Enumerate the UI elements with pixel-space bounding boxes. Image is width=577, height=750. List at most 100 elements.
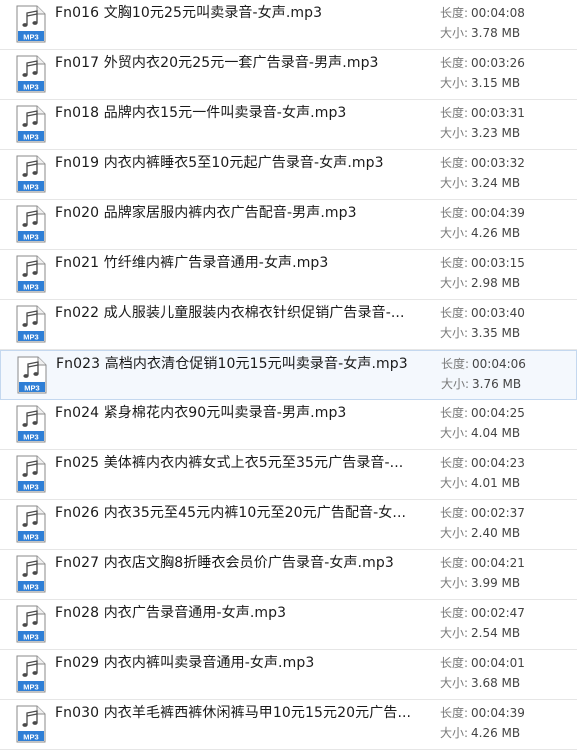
file-duration: 长度: 00:03:26: [440, 55, 525, 71]
duration-value: 00:04:06: [472, 357, 526, 371]
file-name[interactable]: Fn018 品牌内衣15元一件叫卖录音-女声.mp3: [55, 104, 427, 122]
duration-label: 长度:: [440, 406, 469, 420]
mp3-file-icon: MP3: [16, 105, 46, 143]
file-size: 大小: 4.26 MB: [440, 225, 520, 241]
size-label: 大小:: [440, 676, 469, 690]
mp3-file-icon: MP3: [16, 455, 46, 493]
file-row[interactable]: MP3 Fn016 文胸10元25元叫卖录音-女声.mp3 长度: 00:04:08 大…: [0, 0, 577, 50]
mp3-file-icon: MP3: [16, 55, 46, 93]
size-label: 大小:: [440, 476, 469, 490]
size-value: 3.23 MB: [471, 126, 521, 140]
duration-label: 长度:: [440, 306, 469, 320]
file-row[interactable]: MP3 Fn020 品牌家居服内裤内衣广告配音-男声.mp3 长度: 00:04:39…: [0, 200, 577, 250]
file-size: 大小: 4.01 MB: [440, 475, 520, 491]
duration-label: 长度:: [440, 6, 469, 20]
duration-label: 长度:: [440, 206, 469, 220]
duration-value: 00:03:40: [471, 306, 525, 320]
size-label: 大小:: [441, 377, 470, 391]
duration-value: 00:04:23: [471, 456, 525, 470]
file-duration: 长度: 00:04:01: [440, 655, 525, 671]
file-row[interactable]: MP3 Fn019 内衣内裤睡衣5至10元起广告录音-女声.mp3 长度: 00:03…: [0, 150, 577, 200]
duration-label: 长度:: [440, 656, 469, 670]
file-size: 大小: 3.99 MB: [440, 575, 520, 591]
file-size: 大小: 4.26 MB: [440, 725, 520, 741]
duration-label: 长度:: [440, 706, 469, 720]
file-name[interactable]: Fn016 文胸10元25元叫卖录音-女声.mp3: [55, 4, 427, 22]
file-duration: 长度: 00:03:31: [440, 105, 525, 121]
file-type-label: MP3: [23, 283, 38, 292]
mp3-file-icon: MP3: [17, 356, 47, 394]
file-size: 大小: 3.35 MB: [440, 325, 520, 341]
file-row[interactable]: MP3 Fn027 内衣店文胸8折睡衣会员价广告录音-女声.mp3 长度: 00:04…: [0, 550, 577, 600]
mp3-file-icon: MP3: [16, 255, 46, 293]
file-type-label: MP3: [23, 333, 38, 342]
file-list: MP3 Fn016 文胸10元25元叫卖录音-女声.mp3 长度: 00:04:08 大…: [0, 0, 577, 750]
file-name[interactable]: Fn022 成人服装儿童服装内衣棉衣针织促销广告录音-...: [55, 304, 427, 322]
file-row[interactable]: MP3 Fn025 美体裤内衣内裤女式上衣5元至35元广告录音-... 长度: 00:…: [0, 450, 577, 500]
file-duration: 长度: 00:04:39: [440, 705, 525, 721]
file-row[interactable]: MP3 Fn026 内衣35元至45元内裤10元至20元广告配音-女... 长度: 0…: [0, 500, 577, 550]
file-row[interactable]: MP3 Fn030 内衣羊毛裤西裤休闲裤马甲10元15元20元广告... 长度: 00…: [0, 700, 577, 750]
file-name[interactable]: Fn030 内衣羊毛裤西裤休闲裤马甲10元15元20元广告...: [55, 704, 427, 722]
file-type-label: MP3: [23, 633, 38, 642]
mp3-file-icon: MP3: [16, 305, 46, 343]
file-duration: 长度: 00:04:23: [440, 455, 525, 471]
file-name[interactable]: Fn028 内衣广告录音通用-女声.mp3: [55, 604, 427, 622]
file-row[interactable]: MP3 Fn018 品牌内衣15元一件叫卖录音-女声.mp3 长度: 00:03:31…: [0, 100, 577, 150]
duration-value: 00:04:39: [471, 706, 525, 720]
file-name[interactable]: Fn020 品牌家居服内裤内衣广告配音-男声.mp3: [55, 204, 427, 222]
duration-label: 长度:: [440, 256, 469, 270]
duration-value: 00:02:37: [471, 506, 525, 520]
file-row[interactable]: MP3 Fn023 高档内衣清仓促销10元15元叫卖录音-女声.mp3 长度: 00:…: [0, 350, 577, 400]
file-name[interactable]: Fn019 内衣内裤睡衣5至10元起广告录音-女声.mp3: [55, 154, 427, 172]
file-duration: 长度: 00:03:40: [440, 305, 525, 321]
file-size: 大小: 2.54 MB: [440, 625, 520, 641]
file-size: 大小: 2.98 MB: [440, 275, 520, 291]
file-duration: 长度: 00:04:25: [440, 405, 525, 421]
file-duration: 长度: 00:03:32: [440, 155, 525, 171]
size-value: 2.54 MB: [471, 626, 521, 640]
file-name[interactable]: Fn026 内衣35元至45元内裤10元至20元广告配音-女...: [55, 504, 427, 522]
file-row[interactable]: MP3 Fn029 内衣内裤叫卖录音通用-女声.mp3 长度: 00:04:01 大小:…: [0, 650, 577, 700]
size-value: 3.68 MB: [471, 676, 521, 690]
file-duration: 长度: 00:02:37: [440, 505, 525, 521]
file-name[interactable]: Fn024 紧身棉花内衣90元叫卖录音-男声.mp3: [55, 404, 427, 422]
size-label: 大小:: [440, 576, 469, 590]
file-name[interactable]: Fn021 竹纤维内裤广告录音通用-女声.mp3: [55, 254, 427, 272]
file-duration: 长度: 00:04:08: [440, 5, 525, 21]
file-size: 大小: 3.24 MB: [440, 175, 520, 191]
duration-value: 00:02:47: [471, 606, 525, 620]
file-type-label: MP3: [23, 533, 38, 542]
file-size: 大小: 3.68 MB: [440, 675, 520, 691]
mp3-file-icon: MP3: [16, 205, 46, 243]
file-name[interactable]: Fn029 内衣内裤叫卖录音通用-女声.mp3: [55, 654, 427, 672]
duration-label: 长度:: [440, 606, 469, 620]
file-size: 大小: 4.04 MB: [440, 425, 520, 441]
size-label: 大小:: [440, 176, 469, 190]
file-row[interactable]: MP3 Fn017 外贸内衣20元25元一套广告录音-男声.mp3 长度: 00:03…: [0, 50, 577, 100]
file-row[interactable]: MP3 Fn022 成人服装儿童服装内衣棉衣针织促销广告录音-... 长度: 00:0…: [0, 300, 577, 350]
file-name[interactable]: Fn023 高档内衣清仓促销10元15元叫卖录音-女声.mp3: [56, 355, 428, 373]
size-label: 大小:: [440, 426, 469, 440]
mp3-file-icon: MP3: [16, 705, 46, 743]
file-row[interactable]: MP3 Fn028 内衣广告录音通用-女声.mp3 长度: 00:02:47 大小: 2.…: [0, 600, 577, 650]
duration-label: 长度:: [440, 106, 469, 120]
file-type-label: MP3: [23, 683, 38, 692]
file-duration: 长度: 00:04:06: [441, 356, 526, 372]
file-name[interactable]: Fn025 美体裤内衣内裤女式上衣5元至35元广告录音-...: [55, 454, 427, 472]
size-value: 3.15 MB: [471, 76, 521, 90]
duration-value: 00:04:08: [471, 6, 525, 20]
file-name[interactable]: Fn027 内衣店文胸8折睡衣会员价广告录音-女声.mp3: [55, 554, 427, 572]
duration-value: 00:04:39: [471, 206, 525, 220]
file-type-label: MP3: [23, 583, 38, 592]
duration-label: 长度:: [440, 456, 469, 470]
file-row[interactable]: MP3 Fn024 紧身棉花内衣90元叫卖录音-男声.mp3 长度: 00:04:25…: [0, 400, 577, 450]
file-size: 大小: 3.23 MB: [440, 125, 520, 141]
size-value: 4.01 MB: [471, 476, 521, 490]
file-row[interactable]: MP3 Fn021 竹纤维内裤广告录音通用-女声.mp3 长度: 00:03:15 大小…: [0, 250, 577, 300]
file-name[interactable]: Fn017 外贸内衣20元25元一套广告录音-男声.mp3: [55, 54, 427, 72]
size-value: 2.40 MB: [471, 526, 521, 540]
size-value: 3.99 MB: [471, 576, 521, 590]
duration-value: 00:04:21: [471, 556, 525, 570]
duration-label: 长度:: [440, 506, 469, 520]
